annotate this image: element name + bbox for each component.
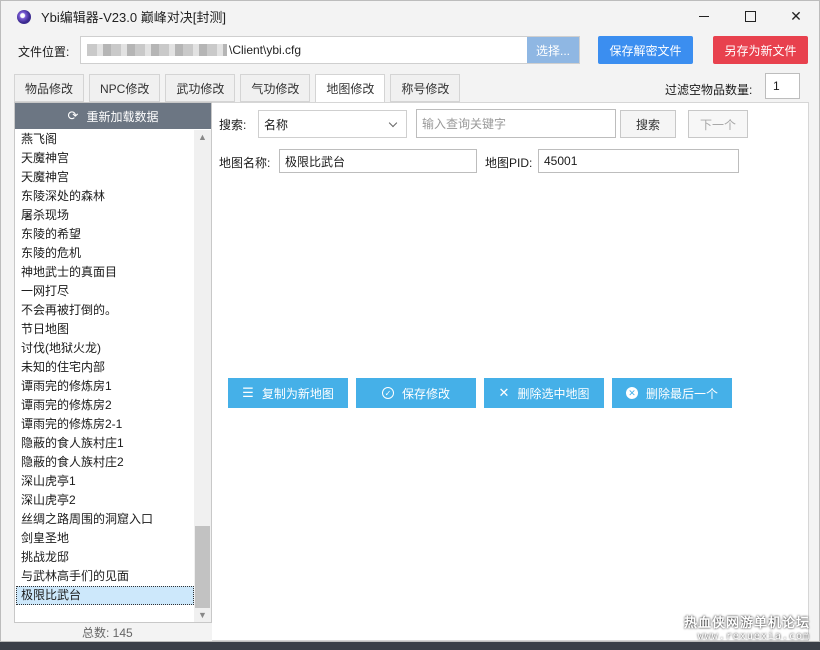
- map-list-item[interactable]: 谭雨完的修炼房1: [16, 377, 194, 396]
- scroll-up-icon[interactable]: ▲: [194, 130, 211, 144]
- map-list-item[interactable]: 隐蔽的食人族村庄2: [16, 453, 194, 472]
- map-list-item[interactable]: 讨伐(地狱火龙): [16, 339, 194, 358]
- list-icon: ☰: [242, 385, 254, 400]
- search-field-select[interactable]: 名称: [258, 110, 407, 138]
- search-field-value: 名称: [264, 117, 289, 132]
- search-button[interactable]: 搜索: [620, 110, 676, 138]
- watermark-url: www.rexuexia.com: [697, 631, 810, 642]
- map-list-item[interactable]: 一网打尽: [16, 282, 194, 301]
- map-list[interactable]: 燕飞阁 天魔神宫 天魔神宫 东陵深处的森林 屠杀现场 东陵的希望 东陵的危机 神地武士的真面目…: [16, 130, 194, 622]
- map-list-item[interactable]: 东陵的危机: [16, 244, 194, 263]
- map-list-item[interactable]: 神地武士的真面目: [16, 263, 194, 282]
- map-name-label: 地图名称:: [219, 156, 271, 170]
- file-path-text: \Client\ybi.cfg: [229, 43, 302, 57]
- check-circle-icon: ✓: [381, 387, 394, 399]
- tab-titles[interactable]: 称号修改: [390, 74, 461, 102]
- choose-file-button[interactable]: 选择...: [527, 37, 579, 63]
- save-changes-button[interactable]: ✓ 保存修改: [356, 378, 476, 408]
- next-button[interactable]: 下一个: [688, 110, 748, 138]
- delete-last-button[interactable]: ✕ 删除最后一个: [612, 378, 732, 408]
- tab-qigong[interactable]: 气功修改: [240, 74, 311, 102]
- map-list-item[interactable]: 剑皇圣地: [16, 529, 194, 548]
- map-list-item[interactable]: 极限比武台: [16, 586, 194, 605]
- search-label: 搜索:: [219, 118, 247, 132]
- map-list-panel: ⟳ 重新加载数据 燕飞阁 天魔神宫 天魔神宫 东陵深处的森林 屠杀现场 东陵的希望 东陵的危…: [14, 102, 212, 623]
- filter-label: 过滤空物品数量:: [665, 83, 753, 97]
- minimize-button[interactable]: [681, 1, 727, 32]
- tab-npc[interactable]: NPC修改: [89, 74, 161, 102]
- map-list-item[interactable]: 深山虎亭1: [16, 472, 194, 491]
- app-logo-icon: [17, 9, 31, 24]
- app-window: Ybi编辑器-V23.0 巅峰对决[封测] ✕ 文件位置: \Client\yb…: [0, 0, 820, 642]
- map-list-item[interactable]: 东陵的希望: [16, 225, 194, 244]
- x-circle-icon: ✕: [625, 387, 638, 399]
- map-editor-panel: 搜索: 名称 输入查询关键字 搜索 下一个 地图名称: 极限比武台 地图PID:…: [212, 102, 809, 641]
- map-list-item[interactable]: 隐蔽的食人族村庄1: [16, 434, 194, 453]
- tab-bar: 物品修改 NPC修改 武功修改 气功修改 地图修改 称号修改: [14, 74, 461, 103]
- save-label: 保存修改: [401, 386, 450, 401]
- map-list-item[interactable]: 燕飞阁: [16, 130, 194, 149]
- search-input[interactable]: 输入查询关键字: [416, 109, 616, 138]
- title-bar: Ybi编辑器-V23.0 巅峰对决[封测] ✕: [1, 1, 819, 32]
- delete-selected-button[interactable]: ✕ 删除选中地图: [484, 378, 604, 408]
- map-list-item[interactable]: 未知的住宅内部: [16, 358, 194, 377]
- delete-last-label: 删除最后一个: [645, 386, 718, 401]
- reload-data-button[interactable]: ⟳ 重新加载数据: [15, 103, 211, 129]
- scroll-down-icon[interactable]: ▼: [194, 608, 211, 622]
- close-icon: ✕: [498, 385, 510, 400]
- watermark-title: 热血侠网游单机论坛: [683, 615, 810, 630]
- map-list-item[interactable]: 东陵深处的森林: [16, 187, 194, 206]
- maximize-button[interactable]: [727, 1, 773, 32]
- map-list-item[interactable]: 天魔神宫: [16, 168, 194, 187]
- window-title: Ybi编辑器-V23.0 巅峰对决[封测]: [41, 10, 226, 25]
- map-list-item[interactable]: 天魔神宫: [16, 149, 194, 168]
- map-list-item[interactable]: 谭雨完的修炼房2-1: [16, 415, 194, 434]
- total-count: 总数: 145: [82, 626, 133, 640]
- scroll-thumb[interactable]: [195, 526, 210, 608]
- delete-selected-label: 删除选中地图: [517, 386, 590, 401]
- file-path-field[interactable]: \Client\ybi.cfg 选择...: [80, 36, 580, 64]
- watermark: 热血侠网游单机论坛 www.rexuexia.com: [684, 612, 810, 642]
- chevron-down-icon: [388, 118, 398, 128]
- tab-items[interactable]: 物品修改: [14, 74, 85, 102]
- save-decrypted-button[interactable]: 保存解密文件: [598, 36, 693, 64]
- map-list-item[interactable]: 屠杀现场: [16, 206, 194, 225]
- redacted-path: [87, 44, 227, 56]
- copy-new-map-button[interactable]: ☰ 复制为新地图: [228, 378, 348, 408]
- search-placeholder: 输入查询关键字: [422, 117, 507, 131]
- map-list-item[interactable]: 节日地图: [16, 320, 194, 339]
- close-button[interactable]: ✕: [773, 1, 819, 32]
- filter-count-input[interactable]: 1: [765, 73, 800, 99]
- map-name-input[interactable]: 极限比武台: [279, 149, 477, 173]
- reload-label: 重新加载数据: [86, 109, 159, 124]
- map-list-item[interactable]: 挑战龙邸: [16, 548, 194, 567]
- tab-skills[interactable]: 武功修改: [165, 74, 236, 102]
- file-location-label: 文件位置:: [18, 45, 70, 59]
- map-list-item[interactable]: 不会再被打倒的。: [16, 301, 194, 320]
- save-as-new-button[interactable]: 另存为新文件: [713, 36, 808, 64]
- refresh-icon: ⟳: [67, 108, 79, 123]
- map-list-item[interactable]: 深山虎亭2: [16, 491, 194, 510]
- map-pid-input[interactable]: 45001: [538, 149, 739, 173]
- map-list-item[interactable]: 丝绸之路周围的洞窟入口: [16, 510, 194, 529]
- map-pid-label: 地图PID:: [485, 156, 533, 170]
- copy-label: 复制为新地图: [261, 386, 334, 401]
- tab-maps[interactable]: 地图修改: [315, 74, 386, 103]
- map-list-item[interactable]: 与武林高手们的见面: [16, 567, 194, 586]
- list-scrollbar[interactable]: ▲ ▼: [194, 130, 211, 622]
- map-list-item[interactable]: 谭雨完的修炼房2: [16, 396, 194, 415]
